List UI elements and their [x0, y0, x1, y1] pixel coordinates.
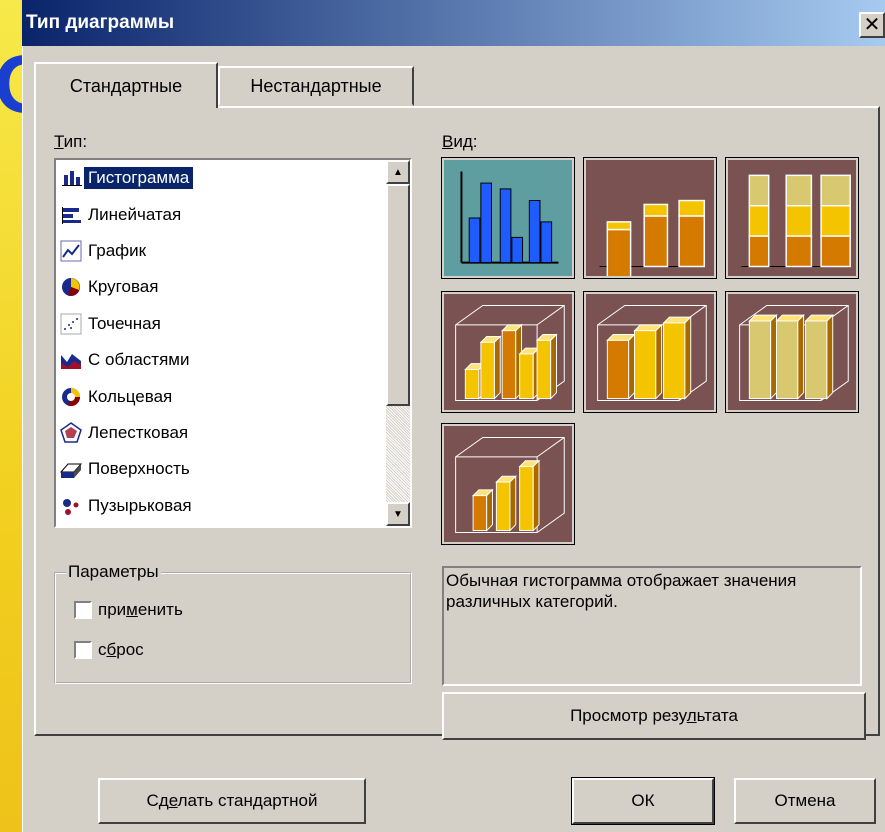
radar-chart-icon [60, 422, 82, 443]
chart-type-item-label: Поверхность [88, 459, 190, 479]
pie-chart-icon [62, 278, 80, 297]
subtype-thumb-stacked-column-3d-effect[interactable] [583, 291, 717, 413]
type-label: Тип: [54, 132, 88, 151]
listbox-scrollbar[interactable]: ▲ ▼ [386, 160, 410, 526]
apply-checkbox[interactable] [74, 601, 92, 619]
params-groupbox: Параметры применить сброс [54, 562, 412, 684]
tab-standard[interactable]: Стандартные [34, 62, 218, 108]
chart-type-item[interactable]: Круговая [56, 269, 390, 305]
subtype-preview-icon [741, 174, 851, 268]
chart-type-item[interactable]: Кольцевая [56, 378, 390, 414]
tab-label: Нестандартные [250, 75, 382, 96]
subtype-thumb-column-3d[interactable] [441, 423, 575, 545]
tab-label: Стандартные [69, 75, 183, 96]
chart-type-item-label: График [88, 240, 147, 260]
chart-type-item[interactable]: Поверхность [56, 451, 390, 487]
params-legend: Параметры [66, 562, 161, 582]
subtype-thumb-percent-stacked-column[interactable] [725, 157, 859, 279]
surface-chart-icon [60, 463, 82, 479]
scroll-down-button[interactable]: ▼ [386, 502, 410, 526]
area-chart-icon [61, 354, 81, 370]
title-bar[interactable]: Тип диаграммы ✕ [22, 0, 885, 46]
cancel-button[interactable]: Отмена [734, 778, 876, 824]
chart-type-item[interactable]: Пузырьковая [56, 488, 390, 524]
scroll-thumb[interactable] [386, 184, 410, 406]
chart-type-item[interactable]: Гистограмма [56, 160, 390, 196]
set-default-label: Сделать стандартной [146, 791, 318, 810]
chart-type-item[interactable]: График [56, 233, 390, 269]
chart-type-item-label: Лепестковая [88, 422, 189, 442]
preview-label: Просмотр результата [570, 706, 738, 725]
subtype-preview-icon [739, 304, 849, 401]
ok-button[interactable]: ОК [571, 777, 715, 825]
subtype-preview-icon [460, 171, 559, 264]
arrow-up-icon: ▲ [393, 166, 403, 178]
chart-type-item[interactable]: С областями [56, 342, 390, 378]
ok-label: ОК [631, 791, 655, 810]
cancel-label: Отмена [774, 791, 836, 810]
window-title: Тип диаграммы [26, 12, 175, 33]
apply-label: применить [98, 600, 183, 619]
line-chart-icon [60, 240, 82, 262]
tab-nonstandard[interactable]: Нестандартные [218, 66, 414, 106]
chart-type-item-label: Пузырьковая [88, 495, 192, 515]
subtype-thumb-clustered-column[interactable] [441, 157, 575, 279]
description-box: Обычная гистограмма отображает значения … [442, 566, 862, 686]
subtype-thumb-percent-stacked-column-3d-effect[interactable] [725, 291, 859, 413]
apply-checkbox-row[interactable]: применить [74, 600, 183, 620]
chart-type-item-label: Точечная [88, 313, 161, 333]
doughnut-chart-icon [62, 387, 81, 406]
chart-type-item[interactable]: Лепестковая [56, 415, 390, 451]
close-icon: ✕ [863, 14, 881, 36]
chart-type-listbox[interactable]: Гистограмма Линейчатая График Круговая Точеч… [54, 158, 412, 528]
preview-button[interactable]: Просмотр результата [442, 692, 866, 740]
chart-type-item-label: Круговая [88, 277, 159, 297]
column-chart-icon [62, 171, 82, 187]
subtype-thumb-stacked-column[interactable] [583, 157, 717, 279]
chart-type-item-label: Гистограмма [84, 167, 194, 190]
subtype-label: Вид: [442, 132, 478, 151]
chart-type-list: Гистограмма Линейчатая График Круговая Точеч… [56, 160, 390, 524]
subtype-preview-icon [455, 304, 565, 401]
subtype-preview-icon [599, 199, 706, 276]
scroll-up-button[interactable]: ▲ [386, 160, 410, 184]
chart-type-item-label: Кольцевая [88, 386, 173, 406]
subtype-preview-icon [455, 436, 565, 533]
chart-type-dialog: Тип диаграммы ✕ Стандартные Нестандартны… [22, 0, 885, 832]
scatter-chart-icon [60, 313, 82, 335]
bubble-chart-icon [63, 498, 79, 515]
chart-type-item[interactable]: Линейчатая [56, 196, 390, 232]
reset-checkbox-row[interactable]: сброс [74, 640, 144, 660]
subtype-preview-icon [597, 304, 707, 401]
chart-type-item[interactable]: Точечная [56, 306, 390, 342]
reset-checkbox[interactable] [74, 641, 92, 659]
reset-label: сброс [98, 640, 144, 659]
arrow-down-icon: ▼ [393, 508, 403, 520]
close-button[interactable]: ✕ [859, 12, 885, 38]
set-default-button[interactable]: Сделать стандартной [98, 778, 366, 824]
chart-type-item-label: Линейчатая [88, 204, 182, 224]
chart-type-item-label: С областями [88, 350, 190, 370]
subtype-thumb-clustered-column-3d-effect[interactable] [441, 291, 575, 413]
bar-chart-icon [62, 206, 81, 224]
